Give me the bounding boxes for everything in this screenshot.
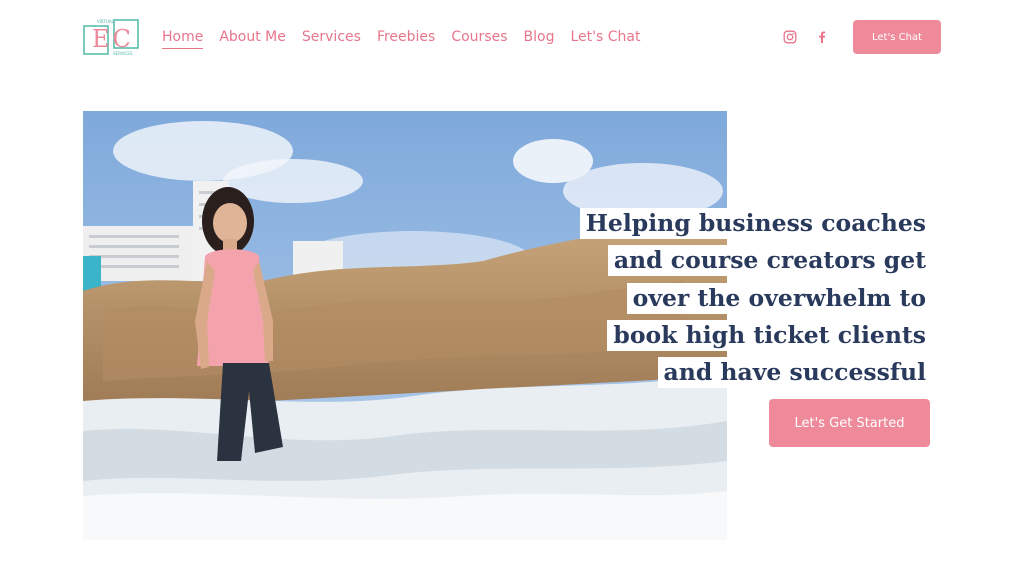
nav-services[interactable]: Services: [302, 27, 361, 49]
site-header: VIRTUAL SERVICES EC Home About Me Servic…: [0, 0, 1024, 75]
nav-lets-chat[interactable]: Let's Chat: [570, 27, 640, 49]
logo[interactable]: VIRTUAL SERVICES EC: [83, 17, 139, 57]
nav-about-me[interactable]: About Me: [219, 27, 286, 49]
nav-home[interactable]: Home: [162, 27, 204, 49]
lets-chat-button[interactable]: Let's Chat: [853, 20, 941, 54]
instagram-icon[interactable]: [783, 30, 797, 44]
social-links: [783, 30, 829, 44]
hero-headline-text: Helping business coaches and course crea…: [579, 208, 930, 426]
nav-blog[interactable]: Blog: [524, 27, 555, 49]
logo-mark-icon: VIRTUAL SERVICES EC: [83, 19, 139, 56]
main-nav: Home About Me Services Freebies Courses …: [162, 27, 640, 49]
logo-top-text: VIRTUAL: [97, 19, 115, 24]
lets-get-started-button[interactable]: Let's Get Started: [769, 399, 930, 447]
facebook-icon[interactable]: [815, 30, 829, 44]
hero-headline: Helping business coaches and course crea…: [560, 205, 930, 429]
nav-courses[interactable]: Courses: [451, 27, 507, 49]
nav-freebies[interactable]: Freebies: [377, 27, 435, 49]
logo-letters: EC: [92, 25, 134, 53]
